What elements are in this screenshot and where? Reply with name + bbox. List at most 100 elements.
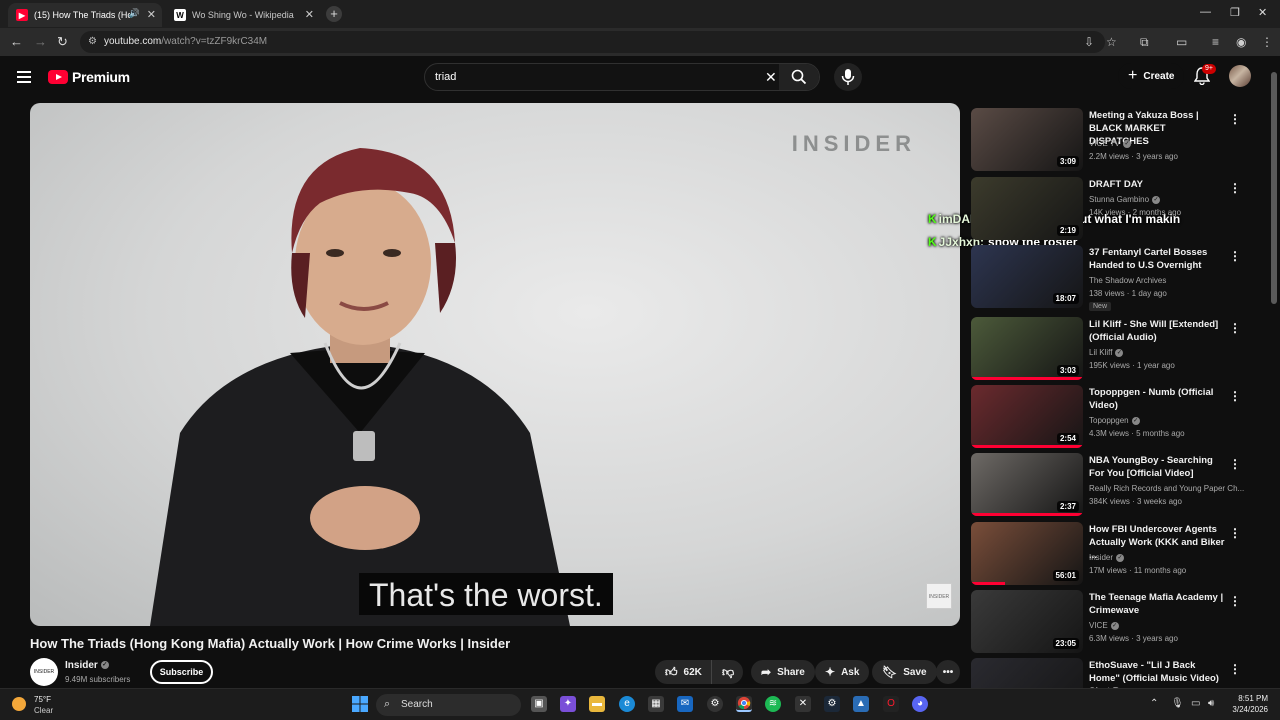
close-window-icon[interactable]: ✕	[1258, 6, 1267, 19]
channel-name[interactable]: Insider ✓	[65, 660, 109, 671]
edge-icon[interactable]: e	[619, 696, 635, 712]
browser-menu-icon[interactable]: ⋮	[1261, 35, 1273, 49]
microphone-tray-icon[interactable]: 🎙︎	[1171, 698, 1184, 709]
sidepanel-icon[interactable]: ▭	[1176, 35, 1187, 49]
close-tab-icon[interactable]: ✕	[147, 8, 156, 21]
volume-icon[interactable]: 🔊︎	[1208, 698, 1214, 709]
more-options-icon[interactable]: ⋮	[1229, 181, 1241, 195]
windows-start-icon[interactable]	[352, 696, 368, 712]
more-options-icon[interactable]: ⋮	[1229, 321, 1241, 335]
new-tab-button[interactable]: +	[326, 6, 342, 22]
recommendation-card[interactable]: 2:54 Topoppgen - Numb (Official Video) Top…	[971, 385, 1261, 449]
more-options-icon[interactable]: ⋮	[1229, 662, 1241, 676]
video-thumbnail[interactable]: 3:03	[971, 317, 1083, 380]
tab-wikipedia[interactable]: W Wo Shing Wo - Wikipedia ✕	[166, 3, 320, 27]
opera-icon[interactable]: O	[883, 696, 899, 712]
more-options-icon[interactable]: ⋮	[1229, 594, 1241, 608]
recommendation-title[interactable]: Lil Kliff - She Will [Extended] (Officia…	[1089, 318, 1227, 344]
save-button[interactable]: 🔖︎ Save	[872, 660, 937, 684]
copilot-icon[interactable]: ✦	[560, 696, 576, 712]
bookmark-star-icon[interactable]: ☆	[1106, 35, 1117, 49]
photos-icon[interactable]: ▲	[853, 696, 869, 712]
scrollbar-thumb[interactable]	[1271, 72, 1277, 304]
channel-watermark-logo[interactable]: INSIDER	[926, 583, 952, 609]
close-tab-icon[interactable]: ✕	[305, 8, 314, 21]
voice-search-button[interactable]	[834, 63, 862, 91]
recommendation-card[interactable]: 23:05 The Teenage Mafia Academy | Crimewa…	[971, 590, 1261, 654]
recommendation-channel[interactable]: Insider ✓	[1089, 553, 1125, 562]
recommendation-channel[interactable]: Really Rich Records and Young Paper Ch..…	[1089, 484, 1244, 493]
file-explorer-icon[interactable]: ▬	[589, 696, 605, 712]
recommendation-title[interactable]: The Teenage Mafia Academy | Crimewave	[1089, 591, 1227, 617]
steam-icon[interactable]: ⚙	[824, 696, 840, 712]
recommendation-card[interactable]: 3:09 Meeting a Yakuza Boss | BLACK MARKET…	[971, 108, 1261, 172]
chrome-icon[interactable]	[736, 696, 752, 712]
taskbar-search[interactable]: ⌕ Search	[376, 694, 521, 716]
store-icon[interactable]: ▦	[648, 696, 664, 712]
video-thumbnail[interactable]: 2:19	[971, 177, 1083, 240]
tab-youtube[interactable]: ▶ (15) How The Triads (Hong 🔊 ✕	[8, 3, 162, 27]
hamburger-menu-icon[interactable]	[17, 71, 31, 83]
recommendation-title[interactable]: NBA YoungBoy - Searching For You [Offici…	[1089, 454, 1227, 480]
video-player[interactable]: INSIDER That's the worst. INSIDER	[30, 103, 960, 626]
url-field[interactable]: ⚙ youtube.com/watch?v=tzZF9krC34M	[80, 31, 1105, 53]
discord-icon[interactable]: ◕	[912, 696, 928, 712]
video-thumbnail[interactable]: 56:01	[971, 522, 1083, 585]
video-thumbnail[interactable]: 2:37	[971, 453, 1083, 516]
profile-icon[interactable]: ◉	[1236, 35, 1246, 49]
recommendation-channel[interactable]: The Shadow Archives	[1089, 276, 1166, 285]
recommendation-channel[interactable]: Topoppgen ✓	[1089, 416, 1140, 425]
search-box[interactable]: triad ✕	[424, 63, 820, 91]
maximize-icon[interactable]: ❐	[1230, 6, 1240, 19]
video-thumbnail[interactable]: 3:09	[971, 108, 1083, 171]
share-button[interactable]: ➦ Share	[751, 660, 815, 684]
speaker-icon[interactable]: 🔊	[129, 8, 140, 19]
recommendation-card[interactable]: 3:03 Lil Kliff - She Will [Extended] (Off…	[971, 317, 1261, 381]
reload-icon[interactable]: ↻	[57, 34, 68, 50]
settings-gear-icon[interactable]: ⚙	[707, 696, 723, 712]
search-input[interactable]: triad	[435, 71, 456, 83]
recommendation-title[interactable]: 37 Fentanyl Cartel Bosses Handed to U.S …	[1089, 246, 1227, 272]
xbox-icon[interactable]: ✕	[795, 696, 811, 712]
mail-icon[interactable]: ✉	[677, 696, 693, 712]
recommendation-card[interactable]: 18:07 37 Fentanyl Cartel Bosses Handed to…	[971, 245, 1261, 311]
recommendation-title[interactable]: DRAFT DAY	[1089, 178, 1227, 191]
recommendation-card[interactable]: 56:01 How FBI Undercover Agents Actually …	[971, 522, 1261, 586]
recommendation-channel[interactable]: Stunna Gambino ✓	[1089, 195, 1161, 204]
tray-overflow-icon[interactable]: ⌃	[1150, 698, 1158, 709]
search-button[interactable]	[779, 64, 819, 90]
video-thumbnail[interactable]: 2:54	[971, 385, 1083, 448]
ask-button[interactable]: ✦ Ask	[815, 660, 870, 684]
install-app-icon[interactable]: ⇩	[1084, 35, 1094, 49]
like-button[interactable]: 👍︎ 62K	[655, 660, 711, 684]
recommendation-card[interactable]: 2:37 NBA YoungBoy - Searching For You [Of…	[971, 453, 1261, 517]
dislike-button[interactable]: 👎︎	[711, 660, 743, 684]
forward-icon[interactable]: →	[34, 34, 47, 49]
account-avatar[interactable]	[1229, 65, 1251, 87]
minimize-icon[interactable]: —	[1200, 6, 1211, 18]
more-options-icon[interactable]: ⋮	[1229, 457, 1241, 471]
video-thumbnail[interactable]: 18:07	[971, 245, 1083, 308]
site-info-icon[interactable]: ⚙	[88, 36, 97, 47]
more-options-icon[interactable]: ⋮	[1229, 112, 1241, 126]
recommendation-channel[interactable]: Lil Kliff ✓	[1089, 348, 1124, 357]
video-thumbnail[interactable]: 23:05	[971, 590, 1083, 653]
task-view-icon[interactable]: ▣	[531, 696, 547, 712]
recommendation-card[interactable]: 2:19 DRAFT DAY Stunna Gambino ✓ 14K views · …	[971, 177, 1261, 241]
more-options-icon[interactable]: ⋮	[1229, 526, 1241, 540]
more-options-icon[interactable]: ⋮	[1229, 249, 1241, 263]
recommendation-channel[interactable]: VICE ✓	[1089, 621, 1119, 630]
more-actions-button[interactable]: •••	[936, 660, 960, 684]
create-button[interactable]: + Create	[1118, 63, 1185, 89]
channel-avatar[interactable]: INSIDER	[30, 658, 58, 686]
network-icon[interactable]: ▭	[1191, 698, 1200, 709]
clear-search-icon[interactable]: ✕	[765, 69, 777, 86]
recommendation-channel[interactable]: VICE TV ✓	[1089, 139, 1131, 148]
more-options-icon[interactable]: ⋮	[1229, 389, 1241, 403]
clock[interactable]: 8:51 PM 3/24/2026	[1224, 693, 1268, 715]
spotify-icon[interactable]: ≋	[765, 696, 781, 712]
recommendation-title[interactable]: Topoppgen - Numb (Official Video)	[1089, 386, 1227, 412]
media-controls-icon[interactable]: ≡	[1212, 35, 1219, 49]
back-icon[interactable]: ←	[10, 34, 23, 49]
youtube-logo[interactable]: Premium	[48, 69, 130, 85]
